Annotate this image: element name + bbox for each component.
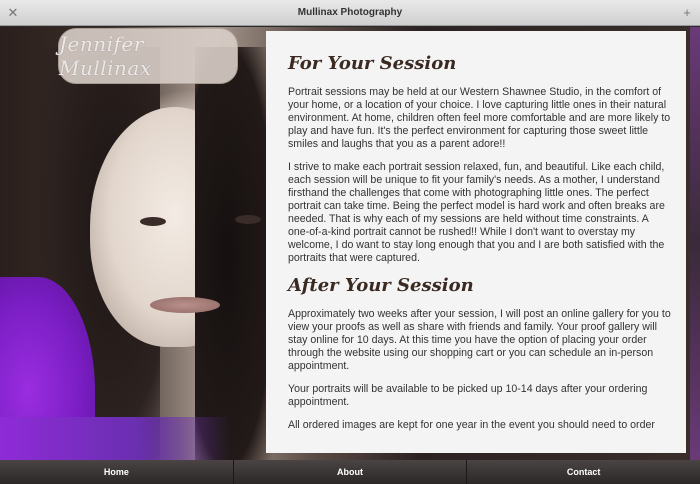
section1-paragraph: I strive to make each portrait session r… — [288, 161, 665, 264]
window-titlebar: ✕ Mullinax Photography + — [0, 0, 700, 26]
window-title: Mullinax Photography — [297, 7, 403, 18]
bottom-nav: Home About Contact — [0, 460, 700, 484]
photo-eye-right — [235, 215, 261, 224]
content-panel: For Your Session Portrait sessions may b… — [266, 31, 686, 453]
section2-paragraph: All ordered images are kept for one year… — [288, 419, 655, 431]
nav-contact[interactable]: Contact — [467, 460, 700, 484]
section-heading-after-your-session: After Your Session — [288, 275, 474, 296]
section2-paragraph: Approximately two weeks after your sessi… — [288, 308, 671, 372]
photo-lips — [150, 297, 220, 313]
photo-shirt-lower — [0, 417, 230, 460]
plus-icon[interactable]: + — [678, 4, 696, 22]
nav-home[interactable]: Home — [0, 460, 234, 484]
section2-paragraph: Your portraits will be available to be p… — [288, 383, 648, 408]
section-heading-for-your-session: For Your Session — [288, 53, 457, 74]
logo-text: Jennifer Mullinax — [59, 32, 152, 80]
photo-right-edge — [690, 27, 700, 460]
photo-eye-left — [140, 217, 166, 226]
section1-paragraph: Portrait sessions may be held at our Wes… — [288, 86, 671, 150]
photo-hair-right — [195, 47, 275, 460]
logo[interactable]: Jennifer Mullinax — [58, 28, 238, 84]
nav-about[interactable]: About — [234, 460, 468, 484]
